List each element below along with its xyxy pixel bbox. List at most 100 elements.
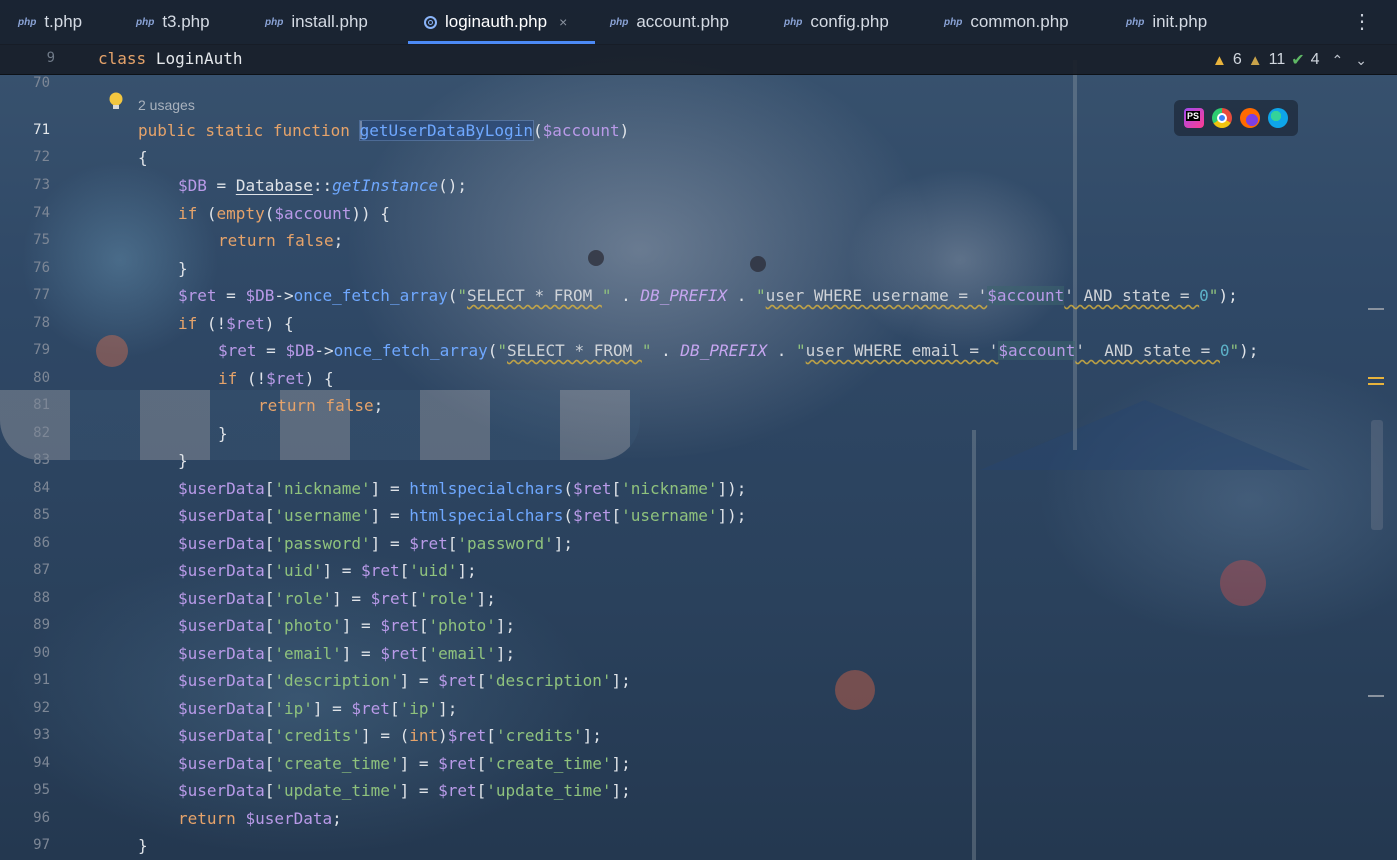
line-number: 75 bbox=[33, 232, 50, 248]
php-file-icon: php bbox=[18, 16, 37, 28]
code-line: 71 public static function getUserDataByL… bbox=[0, 118, 1360, 145]
line-number: 83 bbox=[33, 452, 50, 468]
line-number: 80 bbox=[33, 370, 50, 386]
code-line: 93 $userData['credits'] = (int)$ret['cre… bbox=[0, 723, 1360, 750]
php-file-icon: php bbox=[944, 16, 963, 28]
lightbulb-icon[interactable] bbox=[107, 91, 125, 113]
code-line: 94 $userData['create_time'] = $ret['crea… bbox=[0, 751, 1360, 778]
tab-t3-php[interactable]: php t3.php bbox=[136, 0, 210, 44]
warning-stripe[interactable] bbox=[1368, 383, 1384, 385]
code-line: 81 return false; bbox=[0, 393, 1360, 420]
php-file-icon: php bbox=[1126, 16, 1145, 28]
warning-stripe[interactable] bbox=[1368, 377, 1384, 379]
code-line: 90 $userData['email'] = $ret['email']; bbox=[0, 641, 1360, 668]
code-line: 82 } bbox=[0, 421, 1360, 448]
tab-t-php[interactable]: php t.php bbox=[18, 0, 82, 44]
code-line: 88 $userData['role'] = $ret['role']; bbox=[0, 586, 1360, 613]
phpstorm-icon[interactable] bbox=[1184, 108, 1204, 128]
code-line: 97 } bbox=[0, 833, 1360, 860]
tab-label: account.php bbox=[636, 12, 729, 31]
more-tabs-icon[interactable]: ⋮ bbox=[1352, 8, 1372, 36]
chevron-down-icon[interactable]: ⌄ bbox=[1355, 52, 1367, 69]
tab-account-php[interactable]: php account.php bbox=[610, 0, 729, 44]
code-line: 86 $userData['password'] = $ret['passwor… bbox=[0, 531, 1360, 558]
ok-count: 4 bbox=[1310, 51, 1320, 68]
line-number: 91 bbox=[33, 672, 50, 688]
tab-loginauth-php[interactable]: loginauth.php × bbox=[408, 0, 595, 44]
check-icon: ✔ bbox=[1291, 52, 1305, 69]
edge-icon[interactable] bbox=[1268, 108, 1288, 128]
weak-warning-count: 11 bbox=[1268, 51, 1286, 68]
tab-install-php[interactable]: php install.php bbox=[265, 0, 368, 44]
line-number: 72 bbox=[33, 149, 50, 165]
code-line: 87 $userData['uid'] = $ret['uid']; bbox=[0, 558, 1360, 585]
code-line: 84 $userData['nickname'] = htmlspecialch… bbox=[0, 476, 1360, 503]
tab-label: loginauth.php bbox=[445, 12, 548, 31]
line-number: 77 bbox=[33, 287, 50, 303]
line-number: 89 bbox=[33, 617, 50, 633]
scroll-marker bbox=[1368, 695, 1384, 697]
line-number: 96 bbox=[33, 810, 50, 826]
line-number: 93 bbox=[33, 727, 50, 743]
inspection-widget[interactable]: ▲ 6 ▲ 11 ✔ 4 ⌃ ⌄ bbox=[1212, 50, 1367, 70]
vertical-scrollbar[interactable] bbox=[1371, 420, 1383, 530]
firefox-icon[interactable] bbox=[1240, 108, 1260, 128]
code-line: 96 return $userData; bbox=[0, 806, 1360, 833]
php-file-icon: php bbox=[610, 16, 629, 28]
code-line: 74 if (empty($account)) { bbox=[0, 201, 1360, 228]
line-number: 95 bbox=[33, 782, 50, 798]
code-line: 78 if (!$ret) { bbox=[0, 311, 1360, 338]
usages-hint[interactable]: 2 usages bbox=[138, 97, 195, 113]
line-number: 71 bbox=[33, 122, 50, 138]
line-number: 76 bbox=[33, 260, 50, 276]
tab-label: common.php bbox=[970, 12, 1069, 31]
line-number: 73 bbox=[33, 177, 50, 193]
chrome-icon[interactable] bbox=[1212, 108, 1232, 128]
code-line: 76 } bbox=[0, 256, 1360, 283]
browser-preview-bar bbox=[1174, 100, 1298, 136]
code-line: 72 { bbox=[0, 145, 1360, 172]
warning-count: 6 bbox=[1232, 51, 1242, 68]
line-number: 90 bbox=[33, 645, 50, 661]
sticky-class-declaration: class LoginAuth bbox=[98, 49, 243, 68]
tab-config-php[interactable]: php config.php bbox=[784, 0, 889, 44]
php-file-icon: php bbox=[784, 16, 803, 28]
line-number: 70 bbox=[33, 75, 50, 91]
tab-init-php[interactable]: php init.php bbox=[1126, 0, 1207, 44]
code-line: 79 $ret = $DB->once_fetch_array("SELECT … bbox=[0, 338, 1360, 365]
code-line: 80 if (!$ret) { bbox=[0, 366, 1360, 393]
code-line: 77 $ret = $DB->once_fetch_array("SELECT … bbox=[0, 283, 1360, 310]
code-editor[interactable]: 70 2 usages 71 public static function ge… bbox=[0, 75, 1397, 860]
tab-label: t.php bbox=[44, 12, 83, 31]
tab-label: config.php bbox=[810, 12, 889, 31]
line-number: 78 bbox=[33, 315, 50, 331]
code-line: 83 } bbox=[0, 448, 1360, 475]
line-number: 81 bbox=[33, 397, 50, 413]
code-line: 95 $userData['update_time'] = $ret['upda… bbox=[0, 778, 1360, 805]
code-line: 91 $userData['description'] = $ret['desc… bbox=[0, 668, 1360, 695]
line-number: 79 bbox=[33, 342, 50, 358]
line-number: 85 bbox=[33, 507, 50, 523]
php-file-icon: php bbox=[136, 16, 155, 28]
code-line: 85 $userData['username'] = htmlspecialch… bbox=[0, 503, 1360, 530]
line-number: 86 bbox=[33, 535, 50, 551]
php-file-icon: php bbox=[265, 16, 284, 28]
tab-common-php[interactable]: php common.php bbox=[944, 0, 1069, 44]
close-tab-icon[interactable]: × bbox=[559, 14, 567, 30]
line-number: 87 bbox=[33, 562, 50, 578]
line-number: 88 bbox=[33, 590, 50, 606]
warning-icon: ▲ bbox=[1212, 51, 1227, 69]
tab-label: t3.php bbox=[162, 12, 210, 31]
code-line: 75 return false; bbox=[0, 228, 1360, 255]
php-class-icon bbox=[424, 15, 437, 29]
code-line: 89 $userData['photo'] = $ret['photo']; bbox=[0, 613, 1360, 640]
line-number: 92 bbox=[33, 700, 50, 716]
line-number: 97 bbox=[33, 837, 50, 853]
editor-tab-bar: php t.php php t3.php php install.php log… bbox=[0, 0, 1397, 45]
chevron-up-icon[interactable]: ⌃ bbox=[1332, 52, 1344, 69]
line-number: 94 bbox=[33, 755, 50, 771]
code-line: 92 $userData['ip'] = $ret['ip']; bbox=[0, 696, 1360, 723]
weak-warning-icon: ▲ bbox=[1247, 51, 1263, 69]
tab-label: install.php bbox=[291, 12, 368, 31]
tab-label: init.php bbox=[1152, 12, 1208, 31]
